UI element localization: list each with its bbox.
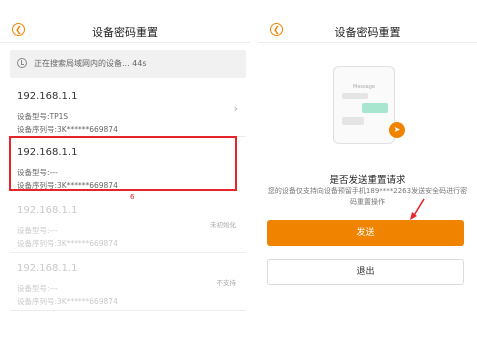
nav-bar: ❮ 设备密码重置 bbox=[0, 0, 250, 42]
phone-message-illustration: Message ➤ bbox=[333, 66, 405, 146]
exit-button[interactable]: 退出 bbox=[267, 259, 464, 285]
divider bbox=[10, 310, 246, 311]
page-title: 设备密码重置 bbox=[334, 26, 401, 39]
annotation-arrow bbox=[410, 198, 425, 220]
device-item: 192.168.1.1 设备型号:--- 设备序列号:3K******66987… bbox=[10, 254, 246, 308]
device-model: 设备型号:--- bbox=[17, 284, 58, 293]
reset-description: 您的设备仅支持向设备预留手机189****2263发送安全码进行密码重置操作 bbox=[267, 187, 468, 206]
divider bbox=[0, 42, 250, 43]
nav-bar: ❮ 设备密码重置 bbox=[258, 0, 477, 42]
device-ip: 192.168.1.1 bbox=[17, 263, 78, 274]
page-title: 设备密码重置 bbox=[92, 26, 158, 39]
chevron-right-icon: › bbox=[233, 102, 238, 115]
message-bubble bbox=[342, 117, 364, 125]
divider bbox=[258, 42, 477, 43]
device-serial: 设备序列号:3K******669874 bbox=[17, 239, 118, 248]
device-ip: 192.168.1.1 bbox=[17, 205, 78, 216]
device-status: 不支持 bbox=[216, 279, 237, 287]
search-status-text: 正在搜索局域网内的设备... 44s bbox=[34, 59, 147, 68]
divider bbox=[10, 252, 246, 253]
device-model: 设备型号:TP1S bbox=[17, 112, 69, 121]
reset-request-screen: ❮ 设备密码重置 Message ➤ 是否发送重置请求 您的设备仅支持向设备预留… bbox=[258, 0, 477, 354]
device-serial: 设备序列号:3K******669874 bbox=[17, 125, 118, 134]
device-status: 未初始化 bbox=[210, 221, 236, 229]
device-item: 192.168.1.1 设备型号:--- 设备序列号:3K******66987… bbox=[10, 196, 246, 250]
message-bubble bbox=[362, 103, 388, 113]
send-icon: ➤ bbox=[389, 122, 405, 138]
search-status-bar: 正在搜索局域网内的设备... 44s bbox=[10, 50, 246, 78]
device-serial: 设备序列号:3K******669874 bbox=[17, 297, 118, 306]
device-ip: 192.168.1.1 bbox=[17, 91, 78, 102]
phone-icon: Message bbox=[333, 66, 395, 144]
message-bubble bbox=[342, 93, 368, 99]
message-label: Message bbox=[353, 84, 375, 90]
device-item[interactable]: 192.168.1.1 设备型号:TP1S 设备序列号:3K******6698… bbox=[10, 82, 246, 136]
reset-question: 是否发送重置请求 bbox=[329, 175, 406, 186]
loading-icon bbox=[17, 58, 27, 68]
device-list-screen: ❮ 设备密码重置 正在搜索局域网内的设备... 44s 192.168.1.1 … bbox=[0, 0, 250, 354]
send-button[interactable]: 发送 bbox=[267, 220, 464, 246]
device-model: 设备型号:--- bbox=[17, 226, 58, 235]
highlight-box bbox=[9, 136, 237, 191]
